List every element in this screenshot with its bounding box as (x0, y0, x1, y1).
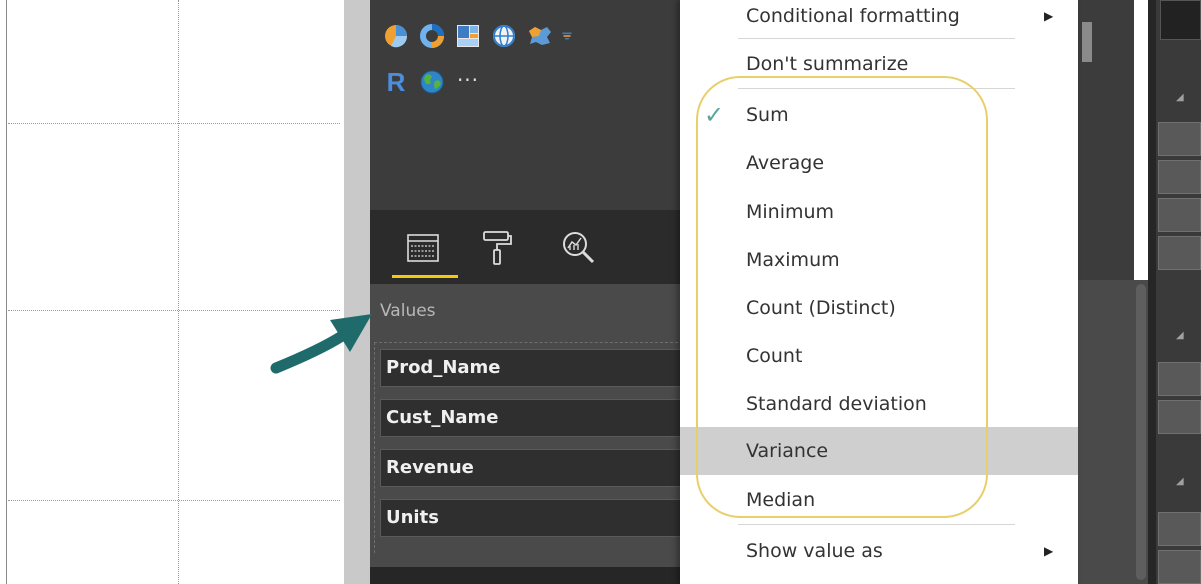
fields-pane (1156, 0, 1201, 584)
treemap-icon[interactable] (454, 22, 482, 50)
collapse-arrow-icon[interactable]: ◢ (1176, 92, 1184, 103)
value-field-units[interactable]: Units (380, 499, 686, 537)
menu-separator (738, 524, 1015, 525)
donut-chart-icon[interactable] (418, 22, 446, 50)
menu-item-label: Show value as (746, 540, 883, 562)
pane-bottom-bar (370, 567, 682, 584)
canvas-grid-line (8, 500, 340, 501)
submenu-arrow-icon: ▶ (1044, 544, 1054, 558)
fields-pane-item[interactable] (1158, 512, 1201, 546)
fields-pane-item[interactable] (1158, 362, 1201, 396)
pane-scrollbar[interactable] (1134, 280, 1148, 584)
analytics-tab[interactable] (556, 224, 602, 272)
fields-pane-item[interactable] (1158, 198, 1201, 232)
arcgis-globe-icon[interactable] (418, 68, 446, 96)
menu-item-show-value-as[interactable]: Show value as ▶ (680, 527, 1078, 575)
pane-divider (344, 0, 370, 584)
value-field-prod-name[interactable]: Prod_Name (380, 349, 686, 387)
annotation-arrow-icon (270, 314, 372, 374)
value-field-revenue[interactable]: Revenue (380, 449, 686, 487)
visualization-gallery: R ··· (370, 0, 682, 210)
visualizations-pane: R ··· Values Prod_Name Cust_Name Revenue… (370, 0, 686, 584)
canvas-grid-line (8, 123, 340, 124)
pie-chart-icon[interactable] (382, 22, 410, 50)
fields-search-box[interactable] (1160, 0, 1201, 40)
values-section-label: Values (380, 301, 436, 321)
collapse-arrow-icon[interactable]: ◢ (1176, 330, 1184, 341)
value-field-cust-name[interactable]: Cust_Name (380, 399, 686, 437)
gallery-icon-edge (1082, 22, 1092, 62)
funnel-icon[interactable] (562, 22, 572, 50)
canvas-grid-line (178, 0, 179, 584)
collapse-arrow-icon[interactable]: ◢ (1176, 476, 1184, 487)
report-canvas[interactable] (0, 0, 344, 584)
field-wells-backdrop (1078, 280, 1134, 584)
fields-pane-item[interactable] (1158, 236, 1201, 270)
fields-pane-item[interactable] (1158, 550, 1201, 584)
globe-map-icon[interactable] (490, 22, 518, 50)
fields-pane-item[interactable] (1158, 122, 1201, 156)
field-wells: Values Prod_Name Cust_Name Revenue Units (370, 284, 686, 584)
submenu-arrow-icon: ▶ (1044, 9, 1054, 23)
more-visuals-label: ··· (456, 68, 480, 92)
analytics-magnifier-icon (563, 232, 595, 264)
fields-icon (407, 234, 439, 262)
annotation-highlight-oval (696, 76, 988, 518)
more-visuals-icon[interactable]: ··· (454, 66, 482, 94)
menu-item-conditional-formatting[interactable]: Conditional formatting ▶ (680, 0, 1078, 40)
r-visual-icon[interactable]: R (382, 66, 410, 97)
fields-pane-item[interactable] (1158, 400, 1201, 434)
paint-roller-icon (483, 231, 512, 265)
active-tab-indicator (392, 275, 458, 278)
fields-tab[interactable] (400, 224, 446, 272)
pane-tab-bar (370, 210, 682, 284)
menu-separator (738, 38, 1015, 39)
r-visual-label: R (386, 66, 406, 97)
canvas-border (6, 0, 7, 584)
format-tab[interactable] (474, 224, 520, 272)
fields-pane-item[interactable] (1158, 160, 1201, 194)
menu-item-label: Conditional formatting (746, 5, 960, 27)
scrollbar-thumb[interactable] (1136, 284, 1146, 580)
filled-map-icon[interactable] (526, 22, 554, 50)
